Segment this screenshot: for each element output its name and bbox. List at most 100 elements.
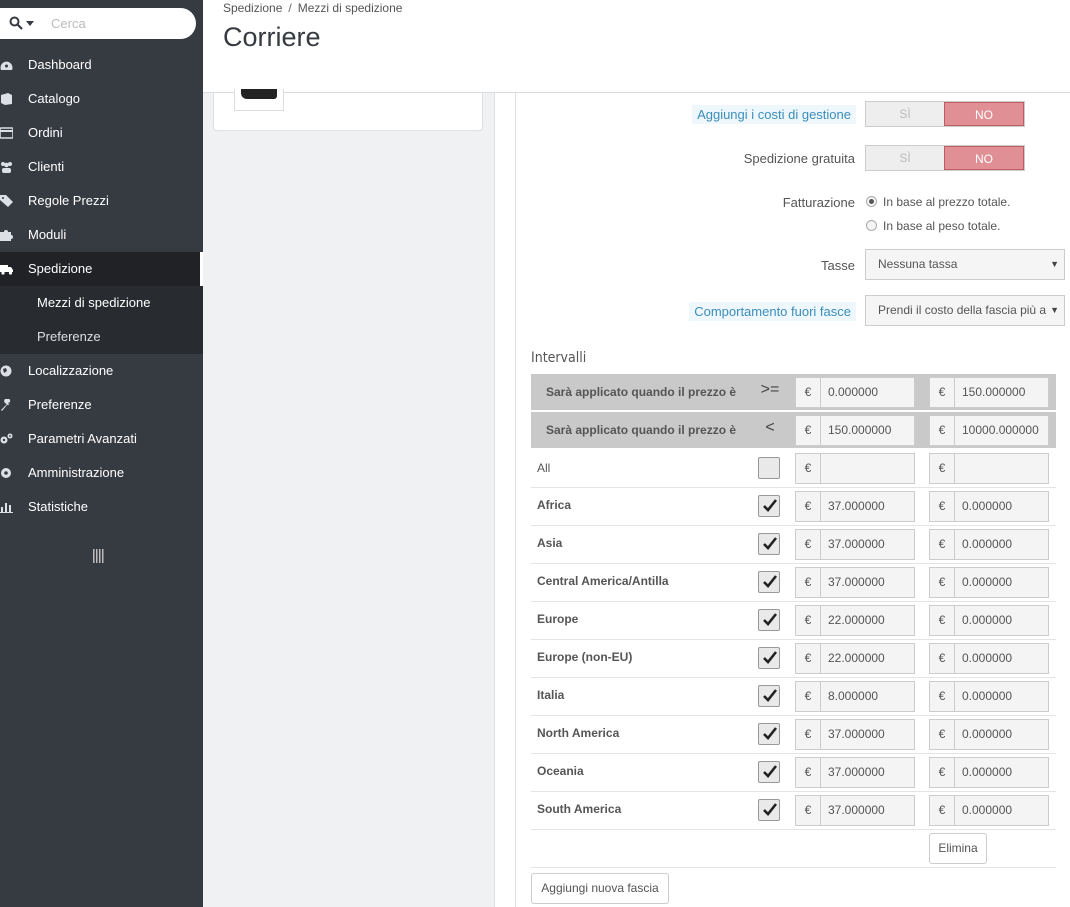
zone-price-input[interactable]: €37.000000 [795, 719, 915, 750]
zone-checkbox[interactable] [758, 609, 780, 631]
range-lower-from-input[interactable]: €0.000000 [795, 377, 915, 408]
zone-price-input[interactable]: €0.000000 [929, 795, 1049, 826]
zone-price-input[interactable]: € [795, 453, 915, 484]
chevron-down-icon[interactable] [26, 21, 34, 26]
zone-price-value[interactable]: 0.000000 [955, 758, 1048, 787]
zone-price-input[interactable]: €0.000000 [929, 757, 1049, 788]
tax-select[interactable]: Nessuna tassa ▼ [865, 249, 1065, 280]
sidebar-item-shipping[interactable]: Spedizione [0, 252, 203, 286]
zone-price-input[interactable]: €0.000000 [929, 719, 1049, 750]
zone-price-value[interactable]: 22.000000 [821, 644, 914, 673]
sidebar-item-dashboard[interactable]: Dashboard [0, 48, 203, 82]
zone-price-value[interactable]: 37.000000 [821, 796, 914, 825]
sidebar-item-advanced-parameters[interactable]: Parametri Avanzati [0, 422, 203, 456]
breadcrumb-item-carriers[interactable]: Mezzi di spedizione [298, 1, 403, 15]
zone-checkbox[interactable] [758, 647, 780, 669]
free-shipping-switch[interactable]: SÌ NO [865, 145, 1025, 171]
range-upper-from-input[interactable]: €150.000000 [795, 415, 915, 446]
zone-checkbox[interactable] [758, 685, 780, 707]
zone-price-value[interactable] [821, 454, 914, 483]
sidebar-item-statistics[interactable]: Statistiche [0, 490, 203, 524]
zone-price-value[interactable]: 37.000000 [821, 720, 914, 749]
zone-checkbox[interactable] [758, 723, 780, 745]
sidebar-item-localization[interactable]: Localizzazione [0, 354, 203, 388]
zone-price-value[interactable]: 37.000000 [821, 530, 914, 559]
delete-range-button[interactable]: Elimina [929, 833, 987, 864]
zone-price-value[interactable]: 37.000000 [821, 758, 914, 787]
zone-price-value[interactable]: 0.000000 [955, 796, 1048, 825]
sidebar-item-label: Statistiche [28, 499, 88, 514]
zone-price-input[interactable]: €0.000000 [929, 643, 1049, 674]
handling-costs-switch[interactable]: SÌ NO [865, 101, 1025, 127]
breadcrumb-separator: / [288, 1, 292, 15]
free-shipping-yes[interactable]: SÌ [866, 146, 944, 170]
zone-price-input[interactable]: €37.000000 [795, 757, 915, 788]
sidebar-item-modules[interactable]: Moduli [0, 218, 203, 252]
search-input[interactable]: Cerca [51, 16, 86, 31]
zone-checkbox[interactable] [758, 495, 780, 517]
zone-price-input[interactable]: €0.000000 [929, 567, 1049, 598]
zone-price-value[interactable]: 0.000000 [955, 606, 1048, 635]
zone-name: Europe [537, 612, 579, 626]
zone-price-value[interactable]: 8.000000 [821, 682, 914, 711]
range-operator: < [765, 419, 775, 436]
sidebar-item-administration[interactable]: Amministrazione [0, 456, 203, 490]
range-lower-to-input[interactable]: €150.000000 [929, 377, 1049, 408]
range-upper-to-input[interactable]: €10000.000000 [929, 415, 1049, 446]
zone-price-value[interactable]: 0.000000 [955, 682, 1048, 711]
zone-price-value[interactable]: 0.000000 [955, 530, 1048, 559]
zone-checkbox[interactable] [758, 571, 780, 593]
credit-card-icon [0, 127, 13, 139]
zone-price-value[interactable]: 37.000000 [821, 492, 914, 521]
zone-checkbox[interactable] [758, 457, 780, 479]
range-value[interactable]: 0.000000 [821, 378, 914, 407]
book-icon [1, 93, 12, 105]
out-of-range-select[interactable]: Prendi il costo della fascia più alta ▼ [865, 295, 1065, 326]
breadcrumb-item-shipping[interactable]: Spedizione [223, 1, 282, 15]
range-value[interactable]: 150.000000 [821, 416, 914, 445]
zone-price-input[interactable]: € [929, 453, 1049, 484]
search-icon[interactable] [9, 16, 23, 30]
radio-selected-icon[interactable] [866, 196, 877, 207]
radio-unselected-icon[interactable] [866, 220, 877, 231]
sidebar-subitem-preferences[interactable]: Preferenze [0, 320, 203, 354]
sidebar-item-orders[interactable]: Ordini [0, 116, 203, 150]
range-value[interactable]: 10000.000000 [955, 416, 1048, 445]
zone-price-value[interactable] [955, 454, 1048, 483]
sidebar-item-customers[interactable]: Clienti [0, 150, 203, 184]
zone-price-value[interactable]: 0.000000 [955, 644, 1048, 673]
sidebar-item-preferences[interactable]: Preferenze [0, 388, 203, 422]
zone-price-input[interactable]: €37.000000 [795, 567, 915, 598]
sidebar-subitem-carriers[interactable]: Mezzi di spedizione [0, 286, 203, 320]
zone-price-value[interactable]: 0.000000 [955, 568, 1048, 597]
zone-price-value[interactable]: 0.000000 [955, 492, 1048, 521]
zone-checkbox[interactable] [758, 799, 780, 821]
zone-price-input[interactable]: €8.000000 [795, 681, 915, 712]
zone-price-value[interactable]: 37.000000 [821, 568, 914, 597]
zone-price-input[interactable]: €0.000000 [929, 605, 1049, 636]
billing-option-weight[interactable]: In base al peso totale. [866, 219, 1000, 233]
handling-costs-no[interactable]: NO [944, 102, 1024, 126]
zone-price-input[interactable]: €0.000000 [929, 529, 1049, 560]
zone-price-value[interactable]: 0.000000 [955, 720, 1048, 749]
range-value[interactable]: 150.000000 [955, 378, 1048, 407]
zone-price-input[interactable]: €22.000000 [795, 605, 915, 636]
sidebar-item-price-rules[interactable]: Regole Prezzi [0, 184, 203, 218]
search-box[interactable]: Cerca [0, 8, 196, 39]
zone-price-input[interactable]: €22.000000 [795, 643, 915, 674]
zone-checkbox[interactable] [758, 761, 780, 783]
sidebar-item-catalog[interactable]: Catalogo [0, 82, 203, 116]
zone-price-input[interactable]: €37.000000 [795, 529, 915, 560]
collapse-menu-icon[interactable] [93, 549, 104, 563]
zone-price-value[interactable]: 22.000000 [821, 606, 914, 635]
add-range-button[interactable]: Aggiungi nuova fascia [531, 873, 669, 904]
free-shipping-no[interactable]: NO [944, 146, 1024, 170]
handling-costs-yes[interactable]: SÌ [866, 102, 944, 126]
zone-checkbox[interactable] [758, 533, 780, 555]
zone-price-input[interactable]: €0.000000 [929, 491, 1049, 522]
billing-option-price[interactable]: In base al prezzo totale. [866, 195, 1010, 209]
zone-name: Africa [537, 498, 572, 512]
zone-price-input[interactable]: €0.000000 [929, 681, 1049, 712]
zone-price-input[interactable]: €37.000000 [795, 491, 915, 522]
zone-price-input[interactable]: €37.000000 [795, 795, 915, 826]
